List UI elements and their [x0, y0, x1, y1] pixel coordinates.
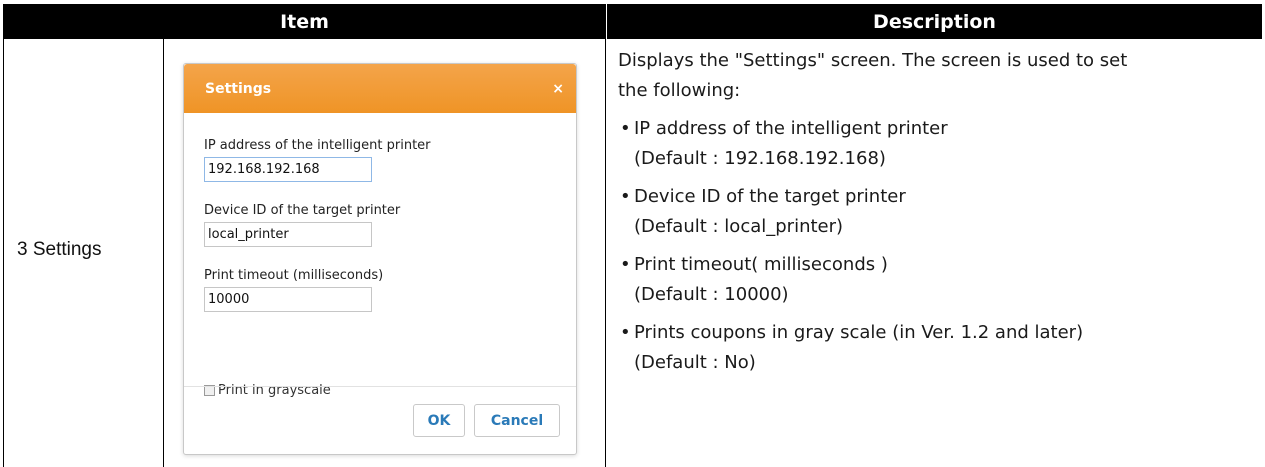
bullet-text: IP address of the intelligent printer	[634, 118, 948, 139]
description-intro: Displays the "Settings" screen. The scre…	[618, 46, 1248, 106]
bullet-icon: •	[620, 322, 631, 343]
ip-address-input[interactable]	[204, 157, 372, 182]
bullet-icon: •	[620, 186, 631, 207]
table-column-divider	[163, 39, 164, 467]
device-id-label: Device ID of the target printer	[204, 203, 401, 218]
settings-dialog: Settings × IP address of the intelligent…	[183, 63, 577, 455]
description-intro-line: Displays the "Settings" screen. The scre…	[618, 50, 1128, 71]
header-description: Description	[606, 4, 1262, 39]
dialog-title: Settings	[205, 80, 272, 97]
bullet-default: (Default : local_printer)	[634, 216, 844, 237]
bullet-text: Device ID of the target printer	[634, 186, 906, 207]
list-item: • Device ID of the target printer (Defau…	[618, 182, 1248, 242]
description-intro-line: the following:	[618, 80, 741, 101]
table-column-divider-description	[605, 39, 606, 467]
bullet-icon: •	[620, 254, 631, 275]
header-item: Item	[3, 4, 606, 39]
table-border-left	[3, 39, 4, 467]
bullet-text: Print timeout( milliseconds )	[634, 254, 888, 275]
print-timeout-input[interactable]	[204, 287, 372, 312]
bullet-default: (Default : 192.168.192.168)	[634, 148, 886, 169]
bullet-default: (Default : 10000)	[634, 284, 789, 305]
dialog-titlebar: Settings ×	[184, 64, 576, 113]
ip-address-label: IP address of the intelligent printer	[204, 138, 431, 153]
description-cell: Displays the "Settings" screen. The scre…	[618, 46, 1248, 386]
bullet-icon: •	[620, 118, 631, 139]
list-item: • Print timeout( milliseconds ) (Default…	[618, 250, 1248, 310]
row-label: 3 Settings	[17, 239, 102, 260]
list-item: • IP address of the intelligent printer …	[618, 114, 1248, 174]
list-item: • Prints coupons in gray scale (in Ver. …	[618, 318, 1248, 378]
print-timeout-label: Print timeout (milliseconds)	[204, 268, 384, 283]
device-id-input[interactable]	[204, 222, 372, 247]
close-icon[interactable]: ×	[552, 81, 564, 97]
ok-button[interactable]: OK	[413, 404, 465, 437]
bullet-default: (Default : No)	[634, 352, 756, 373]
dialog-footer-divider	[184, 386, 576, 387]
bullet-text: Prints coupons in gray scale (in Ver. 1.…	[634, 322, 1084, 343]
cancel-button[interactable]: Cancel	[474, 404, 560, 437]
